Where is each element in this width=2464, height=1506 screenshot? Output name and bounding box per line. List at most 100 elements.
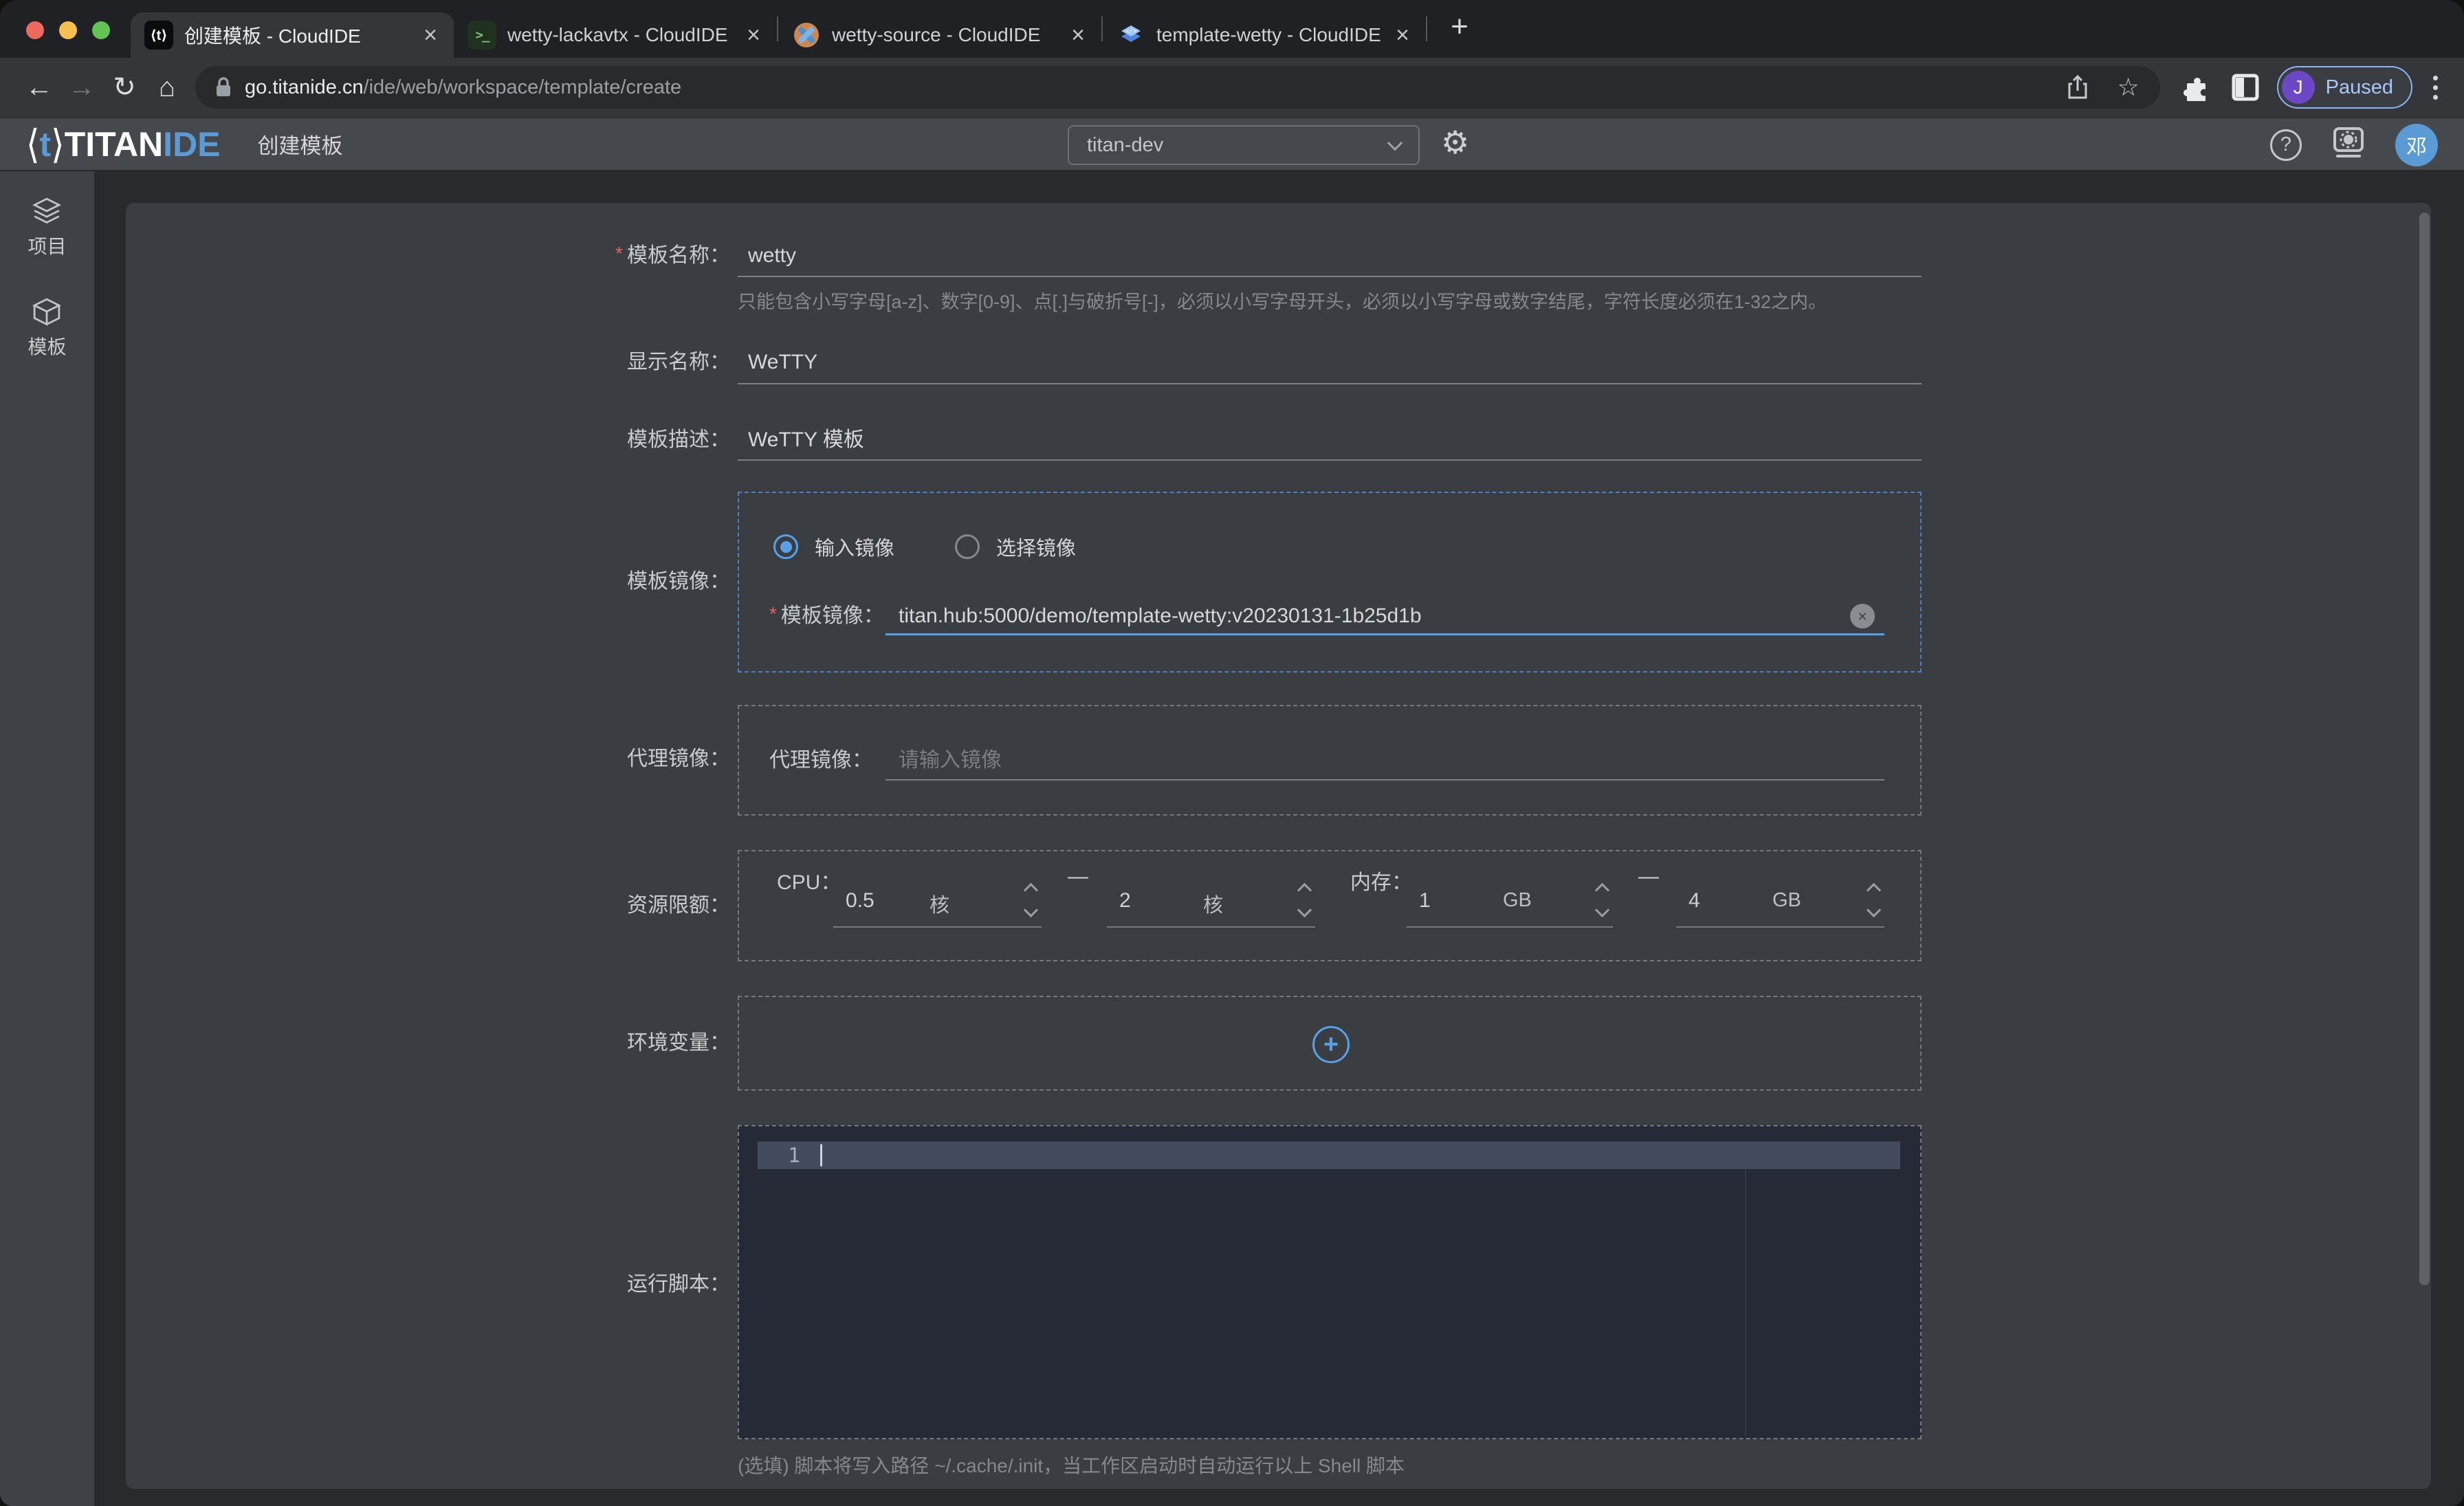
chevron-down-icon[interactable] [1595, 903, 1609, 917]
chevron-up-icon[interactable] [1867, 883, 1881, 897]
code-editor-favicon [792, 21, 821, 50]
help-icon[interactable]: ? [2270, 129, 2302, 161]
chevron-down-icon[interactable] [1297, 903, 1312, 917]
sidebar-item-projects[interactable]: 项目 [28, 196, 66, 259]
required-asterisk: * [769, 603, 777, 624]
chevron-up-icon[interactable] [1297, 883, 1312, 897]
proxy-image-input[interactable]: 请输入镜像 [899, 747, 1002, 774]
cpu-max-stepper[interactable]: 2 核 [1107, 878, 1315, 928]
browser-menu-icon[interactable] [2425, 76, 2446, 100]
svg-text:</>: </> [1125, 28, 1137, 35]
profile-status: Paused [2326, 76, 2393, 99]
settings-gear-icon[interactable]: ⚙ [1441, 127, 1469, 158]
stepper-arrows[interactable] [1026, 885, 1036, 915]
cpu-max-value[interactable]: 2 [1119, 889, 1131, 913]
tab-close-icon[interactable]: × [1393, 23, 1412, 47]
user-avatar[interactable]: 邓 [2395, 124, 2438, 166]
stepper-arrows[interactable] [1597, 885, 1607, 915]
sidebar-item-label: 模板 [28, 332, 66, 360]
display-name-input[interactable]: WeTTY [748, 349, 817, 376]
titanide-favicon: ⟨t⟩ [144, 21, 173, 50]
close-window-button[interactable] [26, 21, 44, 39]
chevron-up-icon[interactable] [1595, 883, 1609, 897]
description-underline [738, 459, 1922, 461]
tab-close-icon[interactable]: × [744, 23, 763, 47]
logo-bracket: ⟨ [26, 124, 40, 164]
cpu-max-unit: 核 [1203, 889, 1223, 918]
tab-title: template-wetty - CloudIDE [1156, 24, 1382, 46]
field-label-template-image: 模板镜像： [126, 568, 730, 596]
browser-tab[interactable]: wetty-source - CloudIDE × [778, 12, 1101, 58]
scrollbar-thumb[interactable] [2419, 212, 2430, 1285]
image-source-radio-group: 输入镜像 选择镜像 [773, 532, 1076, 561]
mem-max-value[interactable]: 4 [1688, 889, 1700, 913]
side-panel-icon[interactable] [2225, 67, 2266, 108]
name-input[interactable]: wetty [748, 242, 796, 270]
tab-list: ⟨t⟩ 创建模板 - CloudIDE × >_ wetty-lackavtx … [131, 0, 1480, 58]
minimize-window-button[interactable] [59, 21, 77, 39]
template-image-inner-label: *模板镜像： [769, 602, 884, 630]
mem-max-stepper[interactable]: 4 GB [1676, 878, 1884, 928]
layers-icon [32, 196, 62, 226]
tab-title: wetty-lackavtx - CloudIDE [507, 24, 733, 46]
browser-tab[interactable]: >_ wetty-lackavtx - CloudIDE × [454, 12, 777, 58]
home-button[interactable]: ⌂ [146, 66, 188, 109]
forward-button[interactable]: → [60, 66, 103, 109]
tab-close-icon[interactable]: × [1068, 23, 1088, 47]
display-name-underline [738, 383, 1922, 384]
logo-titan: TITAN [65, 127, 163, 162]
tab-title: wetty-source - CloudIDE [832, 24, 1057, 46]
url-text: go.titanide.cn/ide/web/workspace/templat… [245, 76, 2046, 99]
name-input-underline [738, 276, 1922, 277]
browser-profile-badge[interactable]: J Paused [2277, 66, 2412, 109]
page-title: 创建模板 [258, 129, 343, 160]
app-header: ⟨t⟩TITANIDE 创建模板 titan-dev ⚙ ? 邓 [0, 117, 2464, 170]
new-tab-button[interactable]: + [1440, 7, 1480, 47]
create-template-form: *模板名称： wetty 只能包含小写字母[a-z]、数字[0-9]、点[.]与… [126, 203, 2431, 1489]
reload-button[interactable]: ↻ [103, 66, 146, 109]
workspace-select[interactable]: titan-dev [1068, 125, 1420, 165]
template-image-input[interactable]: titan.hub:5000/demo/template-wetty:v2023… [899, 602, 1422, 630]
sidebar-item-templates[interactable]: 模板 [28, 296, 66, 360]
clear-input-icon[interactable]: × [1850, 604, 1875, 629]
chevron-down-icon[interactable] [1867, 903, 1881, 917]
browser-tab[interactable]: </> template-wetty - CloudIDE × [1103, 12, 1426, 58]
range-dash: — [1638, 865, 1659, 888]
field-label-proxy-image: 代理镜像： [126, 745, 730, 773]
chevron-up-icon[interactable] [1024, 883, 1038, 897]
stepper-arrows[interactable] [1869, 885, 1879, 915]
radio-select-image[interactable] [955, 534, 980, 559]
mem-min-stepper[interactable]: 1 GB [1407, 878, 1613, 928]
script-code-editor[interactable]: 1 [738, 1125, 1922, 1439]
mem-max-unit: GB [1772, 889, 1801, 912]
zoom-window-button[interactable] [92, 21, 110, 39]
console-monitor-icon[interactable] [2331, 126, 2366, 164]
stepper-arrows[interactable] [1299, 885, 1310, 915]
bookmark-star-icon[interactable]: ☆ [2109, 68, 2148, 107]
extensions-puzzle-icon[interactable] [2175, 67, 2216, 108]
env-vars-box: + [738, 996, 1922, 1091]
range-dash: — [1068, 865, 1088, 888]
workspace-select-value: titan-dev [1087, 134, 1163, 157]
mem-min-value[interactable]: 1 [1419, 889, 1431, 913]
browser-tab-active[interactable]: ⟨t⟩ 创建模板 - CloudIDE × [131, 12, 454, 58]
description-input[interactable]: WeTTY 模板 [748, 426, 864, 454]
url-domain: go.titanide.cn [245, 76, 364, 98]
radio-input-image-label[interactable]: 输入镜像 [815, 532, 894, 561]
share-icon[interactable] [2058, 68, 2097, 107]
required-asterisk: * [615, 243, 623, 264]
editor-line-number: 1 [773, 1142, 815, 1169]
cpu-min-stepper[interactable]: 0.5 核 [833, 878, 1042, 928]
template-image-box: 输入镜像 选择镜像 *模板镜像： titan.hub:5000/demo/tem… [738, 492, 1922, 673]
radio-select-image-label[interactable]: 选择镜像 [996, 532, 1076, 561]
tab-close-icon[interactable]: × [421, 23, 440, 47]
address-bar[interactable]: go.titanide.cn/ide/web/workspace/templat… [195, 66, 2160, 109]
logo-ide: IDE [163, 127, 220, 162]
chevron-down-icon[interactable] [1024, 903, 1038, 917]
radio-input-image[interactable] [773, 534, 798, 559]
back-button[interactable]: ← [18, 66, 60, 109]
cpu-min-value[interactable]: 0.5 [846, 889, 874, 913]
proxy-image-inner-label: 代理镜像： [769, 747, 872, 774]
mem-min-unit: GB [1503, 889, 1532, 912]
add-env-var-button[interactable]: + [1312, 1026, 1350, 1063]
